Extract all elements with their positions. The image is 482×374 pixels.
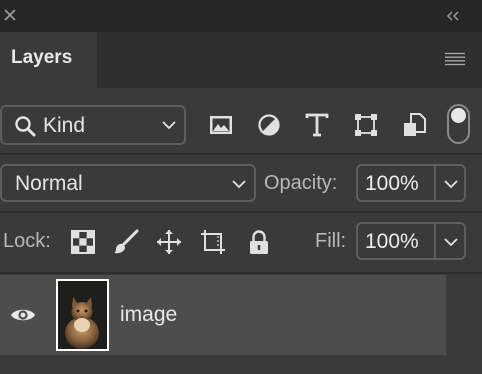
image-filter-icon[interactable] xyxy=(208,112,234,138)
blend-mode-select[interactable]: Normal xyxy=(0,164,256,202)
opacity-field[interactable]: 100% xyxy=(356,164,466,202)
filter-kind-select[interactable]: Kind xyxy=(0,105,186,145)
cat-photo-image xyxy=(58,281,107,349)
lock-label: Lock: xyxy=(3,230,51,252)
divider xyxy=(434,222,436,260)
fill-label: Fill: xyxy=(315,230,347,252)
chevron-down-icon[interactable] xyxy=(444,179,458,189)
fill-value[interactable]: 100% xyxy=(365,230,419,254)
opacity-value[interactable]: 100% xyxy=(365,172,419,196)
opacity-label: Opacity: xyxy=(264,172,338,194)
filter-kind-label: Kind xyxy=(43,114,86,137)
lock-image-pixels-icon[interactable] xyxy=(113,229,139,255)
tab-layers-label: Layers xyxy=(11,47,73,68)
lock-position-icon[interactable] xyxy=(156,229,182,255)
chevron-down-icon xyxy=(162,121,176,130)
filter-toggle-knob xyxy=(451,108,466,123)
type-filter-icon[interactable] xyxy=(304,112,330,138)
double-chevron-left-icon[interactable] xyxy=(446,11,460,21)
blend-mode-label: Normal xyxy=(15,172,83,195)
close-icon[interactable] xyxy=(3,8,17,22)
fill-field[interactable]: 100% xyxy=(356,222,466,260)
panel-title-bar xyxy=(0,0,482,32)
panel-menu-icon[interactable] xyxy=(444,52,466,66)
divider xyxy=(0,153,482,155)
search-icon xyxy=(15,116,36,137)
smart-object-filter-icon[interactable] xyxy=(401,112,427,138)
chevron-down-icon xyxy=(232,180,246,189)
divider xyxy=(0,211,482,213)
filter-toggle[interactable] xyxy=(447,104,470,144)
lock-all-icon[interactable] xyxy=(246,229,272,255)
lock-artboard-icon[interactable] xyxy=(200,229,226,255)
layer-name[interactable]: image xyxy=(120,303,177,327)
adjustment-filter-icon[interactable] xyxy=(256,112,282,138)
divider xyxy=(434,164,436,202)
lock-transparent-pixels-icon[interactable] xyxy=(70,229,96,255)
scrollbar-track[interactable] xyxy=(446,275,482,374)
shape-filter-icon[interactable] xyxy=(353,112,379,138)
chevron-down-icon[interactable] xyxy=(444,237,458,247)
layer-thumbnail[interactable] xyxy=(56,279,109,351)
divider xyxy=(0,272,482,274)
tab-layers[interactable]: Layers xyxy=(0,32,97,88)
eye-icon[interactable] xyxy=(10,306,36,324)
